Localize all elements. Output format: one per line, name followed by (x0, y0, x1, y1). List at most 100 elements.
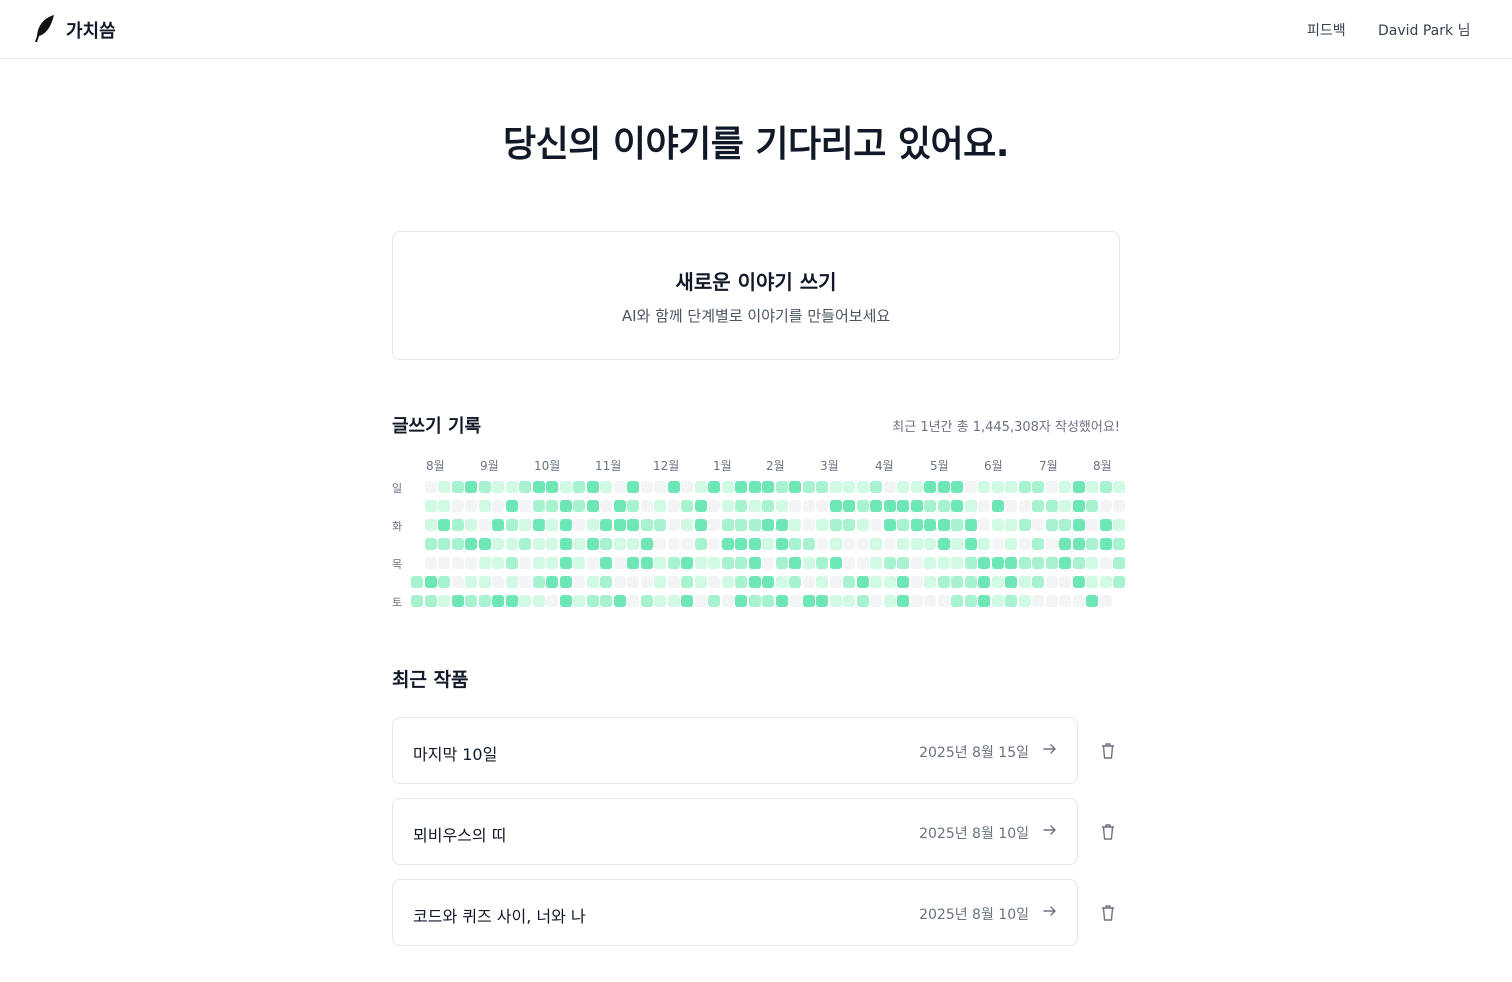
heatmap-cell[interactable] (492, 576, 504, 588)
heatmap-cell[interactable] (870, 557, 882, 569)
heatmap-cell[interactable] (694, 519, 707, 531)
heatmap-cell[interactable] (991, 481, 1004, 493)
heatmap-cell[interactable] (856, 500, 869, 512)
heatmap-cell[interactable] (1005, 481, 1017, 493)
heatmap-cell[interactable] (627, 481, 639, 493)
heatmap-cell[interactable] (1032, 519, 1044, 531)
heatmap-cell[interactable] (694, 557, 707, 569)
heatmap-cell[interactable] (978, 576, 990, 588)
heatmap-cell[interactable] (613, 595, 626, 607)
heatmap-cell[interactable] (762, 595, 774, 607)
heatmap-cell[interactable] (843, 500, 855, 512)
heatmap-cell[interactable] (505, 538, 518, 550)
heatmap-cell[interactable] (1032, 500, 1044, 512)
heatmap-cell[interactable] (640, 519, 653, 531)
heatmap-cell[interactable] (1018, 576, 1031, 588)
heatmap-cell[interactable] (613, 519, 626, 531)
heatmap-cell[interactable] (627, 500, 639, 512)
heatmap-cell[interactable] (789, 595, 801, 607)
heatmap-cell[interactable] (654, 481, 666, 493)
heatmap-cell[interactable] (1072, 538, 1085, 550)
heatmap-cell[interactable] (1099, 500, 1112, 512)
heatmap-cell[interactable] (438, 519, 450, 531)
heatmap-cell[interactable] (937, 595, 950, 607)
heatmap-cell[interactable] (843, 481, 855, 493)
heatmap-cell[interactable] (964, 481, 977, 493)
heatmap-cell[interactable] (856, 481, 869, 493)
heatmap-cell[interactable] (1113, 500, 1125, 512)
heatmap-cell[interactable] (546, 538, 558, 550)
heatmap-cell[interactable] (816, 538, 828, 550)
heatmap-cell[interactable] (937, 519, 950, 531)
heatmap-cell[interactable] (451, 481, 464, 493)
heatmap-cell[interactable] (708, 557, 720, 569)
heatmap-cell[interactable] (681, 481, 693, 493)
heatmap-cell[interactable] (1059, 576, 1071, 588)
heatmap-cell[interactable] (856, 576, 869, 588)
heatmap-cell[interactable] (789, 500, 801, 512)
heatmap-cell[interactable] (816, 557, 828, 569)
heatmap-cell[interactable] (870, 576, 882, 588)
heatmap-cell[interactable] (694, 538, 707, 550)
heatmap-cell[interactable] (492, 481, 504, 493)
heatmap-cell[interactable] (721, 519, 734, 531)
heatmap-cell[interactable] (573, 481, 585, 493)
heatmap-cell[interactable] (1005, 576, 1017, 588)
heatmap-cell[interactable] (667, 595, 680, 607)
heatmap-cell[interactable] (694, 595, 707, 607)
heatmap-cell[interactable] (465, 595, 477, 607)
heatmap-cell[interactable] (829, 557, 842, 569)
heatmap-cell[interactable] (465, 538, 477, 550)
heatmap-cell[interactable] (829, 500, 842, 512)
heatmap-cell[interactable] (613, 576, 626, 588)
heatmap-cell[interactable] (1032, 557, 1044, 569)
heatmap-cell[interactable] (478, 576, 491, 588)
heatmap-cell[interactable] (883, 538, 896, 550)
heatmap-cell[interactable] (519, 576, 531, 588)
heatmap-cell[interactable] (559, 595, 572, 607)
heatmap-cell[interactable] (1086, 519, 1098, 531)
heatmap-cell[interactable] (883, 481, 896, 493)
heatmap-cell[interactable] (762, 500, 774, 512)
heatmap-cell[interactable] (586, 538, 599, 550)
heatmap-cell[interactable] (856, 538, 869, 550)
heatmap-cell[interactable] (1113, 519, 1125, 531)
heatmap-cell[interactable] (708, 481, 720, 493)
heatmap-cell[interactable] (1018, 519, 1031, 531)
heatmap-cell[interactable] (924, 500, 936, 512)
heatmap-cell[interactable] (559, 519, 572, 531)
heatmap-cell[interactable] (897, 481, 909, 493)
heatmap-cell[interactable] (667, 538, 680, 550)
heatmap-cell[interactable] (897, 519, 909, 531)
heatmap-cell[interactable] (897, 595, 909, 607)
heatmap-cell[interactable] (951, 500, 963, 512)
heatmap-cell[interactable] (532, 538, 545, 550)
feedback-link[interactable]: 피드백 (1307, 20, 1346, 40)
heatmap-cell[interactable] (924, 538, 936, 550)
heatmap-cell[interactable] (816, 595, 828, 607)
heatmap-cell[interactable] (438, 481, 450, 493)
heatmap-cell[interactable] (519, 519, 531, 531)
heatmap-cell[interactable] (991, 500, 1004, 512)
work-item[interactable]: 코드와 퀴즈 사이, 너와 나 2025년 8월 10일 (392, 879, 1078, 946)
work-item[interactable]: 마지막 10일 2025년 8월 15일 (392, 717, 1078, 784)
heatmap-cell[interactable] (937, 557, 950, 569)
heatmap-cell[interactable] (775, 500, 788, 512)
heatmap-cell[interactable] (775, 538, 788, 550)
heatmap-cell[interactable] (991, 519, 1004, 531)
heatmap-cell[interactable] (586, 500, 599, 512)
heatmap-cell[interactable] (843, 576, 855, 588)
heatmap-cell[interactable] (438, 557, 450, 569)
heatmap-cell[interactable] (721, 557, 734, 569)
heatmap-cell[interactable] (1099, 519, 1112, 531)
heatmap-cell[interactable] (883, 576, 896, 588)
heatmap-cell[interactable] (478, 557, 491, 569)
new-story-card[interactable]: 새로운 이야기 쓰기 AI와 함께 단계별로 이야기를 만들어보세요 (392, 231, 1120, 360)
heatmap-cell[interactable] (762, 576, 774, 588)
heatmap-cell[interactable] (573, 557, 585, 569)
heatmap-cell[interactable] (829, 576, 842, 588)
heatmap-cell[interactable] (910, 538, 923, 550)
heatmap-cell[interactable] (654, 500, 666, 512)
heatmap-cell[interactable] (964, 595, 977, 607)
heatmap-cell[interactable] (964, 557, 977, 569)
